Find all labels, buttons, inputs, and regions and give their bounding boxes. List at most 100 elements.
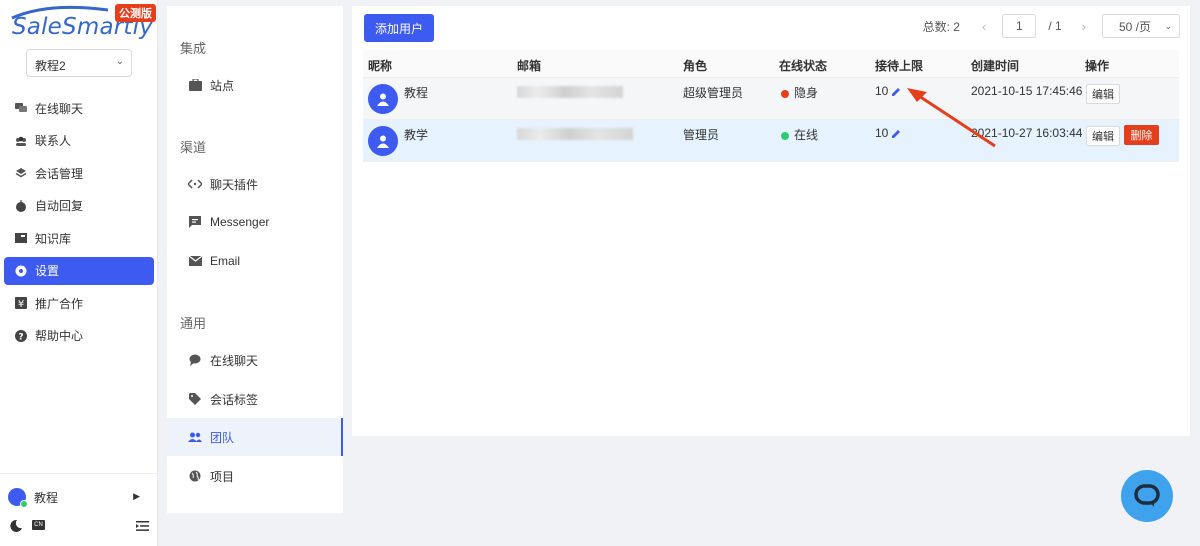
nav-item-label: 联系人 xyxy=(35,134,72,148)
pagination: 总数: 2 ‹ 1 / 1 › 50 /页 ⌄ xyxy=(923,14,1180,38)
subnav-item-label: 团队 xyxy=(210,430,235,445)
edit-button[interactable]: 编辑 xyxy=(1086,84,1120,104)
nav-item-contacts[interactable]: 联系人 xyxy=(4,127,154,155)
chat-widget-button[interactable] xyxy=(1121,470,1173,522)
nav-item-knowledge-base[interactable]: 知识库 xyxy=(4,224,154,252)
table-header: 昵称 邮箱 角色 在线状态 接待上限 创建时间 操作 xyxy=(363,50,1179,78)
globe-icon xyxy=(188,469,202,483)
beta-badge: 公测版 xyxy=(115,4,156,22)
edit-pencil-icon[interactable] xyxy=(892,87,901,96)
table-row: 教学 管理员 在线 10 2021-10-27 16:03:44 编辑 删除 xyxy=(363,120,1179,162)
collapse-menu-icon[interactable] xyxy=(136,520,149,532)
subnav-item-projects[interactable]: 项目 xyxy=(167,457,343,495)
workspace-select[interactable]: 教程2 ⌄ xyxy=(26,49,132,77)
avatar xyxy=(8,488,28,508)
table-row: 教程 超级管理员 隐身 10 2021-10-15 17:45:46 编辑 xyxy=(363,78,1179,120)
dark-mode-icon[interactable] xyxy=(10,520,22,532)
nav-item-label: 推广合作 xyxy=(35,296,84,311)
main-sidebar: SaleSmartly 公测版 教程2 ⌄ 在线聊天 联系人 会话管理 自动回复… xyxy=(0,0,158,546)
user-role: 超级管理员 xyxy=(683,86,744,100)
message-square-icon xyxy=(188,215,202,229)
col-limit: 接待上限 xyxy=(875,59,924,73)
section-title-integration: 集成 xyxy=(180,41,207,56)
limit-value: 10 xyxy=(875,126,889,140)
col-email: 邮箱 xyxy=(517,59,542,73)
prev-page-icon[interactable]: ‹ xyxy=(982,19,986,34)
total-count: 总数: 2 xyxy=(922,19,960,34)
page-size-value: 50 /页 xyxy=(1119,19,1152,34)
edit-pencil-icon[interactable] xyxy=(892,129,901,138)
user-status: 隐身 xyxy=(781,84,818,101)
user-nickname: 教学 xyxy=(404,128,429,142)
sidebar-footer: CN xyxy=(8,518,150,536)
contacts-icon xyxy=(15,135,27,147)
user-limit: 10 xyxy=(875,126,901,140)
page-input[interactable]: 1 xyxy=(1002,14,1037,38)
chat-bubbles-icon xyxy=(15,102,27,114)
subnav-item-conversation-tags[interactable]: 会话标签 xyxy=(167,380,343,418)
subnav-item-label: 聊天插件 xyxy=(210,177,259,192)
code-icon xyxy=(188,177,202,191)
subnav-item-chat-plugin[interactable]: 聊天插件 xyxy=(167,165,343,203)
subnav-item-team[interactable]: 团队 xyxy=(167,418,343,456)
edit-button[interactable]: 编辑 xyxy=(1086,126,1120,146)
help-icon: ? xyxy=(15,329,27,342)
user-status: 在线 xyxy=(781,126,818,143)
subnav-item-sites[interactable]: 站点 xyxy=(167,66,343,104)
page-count: / 1 xyxy=(1048,19,1062,33)
sidebar-divider xyxy=(0,473,158,474)
subnav-item-label: Email xyxy=(210,254,241,268)
nav-item-label: 在线聊天 xyxy=(35,101,84,116)
user-icon xyxy=(377,135,389,148)
nav-item-help-center[interactable]: ? 帮助中心 xyxy=(4,322,154,350)
online-dot xyxy=(20,500,28,508)
user-role: 管理员 xyxy=(683,128,720,142)
user-limit: 10 xyxy=(875,84,901,98)
avatar xyxy=(368,126,398,156)
nav-item-affiliate[interactable]: ¥ 推广合作 xyxy=(4,289,154,317)
col-nickname: 昵称 xyxy=(368,59,393,73)
nav-item-settings[interactable]: 设置 xyxy=(4,256,154,285)
user-menu[interactable]: 教程 ▶ xyxy=(8,487,148,508)
workspace-value: 教程2 xyxy=(35,59,66,73)
nav-item-auto-reply[interactable]: 自动回复 xyxy=(4,192,154,220)
settings-icon xyxy=(15,265,27,277)
tag-icon xyxy=(188,392,202,406)
nav-item-label: 自动回复 xyxy=(35,199,84,213)
email-redacted xyxy=(517,128,633,140)
svg-text:¥: ¥ xyxy=(18,299,24,309)
page-size-select[interactable]: 50 /页 ⌄ xyxy=(1102,14,1180,38)
subnav-item-label: 站点 xyxy=(210,78,235,93)
subnav-item-label: Messenger xyxy=(210,215,270,229)
nav-item-label: 设置 xyxy=(35,264,60,278)
subnav-item-label: 项目 xyxy=(210,469,235,484)
status-label: 隐身 xyxy=(794,86,819,100)
chevron-down-icon: ⌄ xyxy=(1164,21,1172,31)
status-label: 在线 xyxy=(794,128,819,142)
subnav-item-label: 在线聊天 xyxy=(210,353,259,368)
next-page-icon[interactable]: › xyxy=(1082,19,1086,34)
subnav-item-email[interactable]: Email xyxy=(167,242,343,280)
subnav-item-label: 会话标签 xyxy=(210,392,259,407)
nav-item-label: 帮助中心 xyxy=(35,329,84,343)
chat-icon xyxy=(188,353,202,367)
settings-subnav: 集成 站点 渠道 聊天插件 Messenger Email 通用 在线聊天 会话… xyxy=(167,6,343,513)
col-role: 角色 xyxy=(683,59,708,73)
nav-item-label: 知识库 xyxy=(35,231,72,246)
add-user-button[interactable]: 添加用户 xyxy=(364,14,434,42)
invisible-status-icon xyxy=(781,90,789,98)
language-icon[interactable]: CN xyxy=(32,520,45,530)
layers-icon xyxy=(15,167,27,179)
brand-logo[interactable]: SaleSmartly 公测版 xyxy=(8,4,156,44)
subnav-item-messenger[interactable]: Messenger xyxy=(167,203,343,241)
briefcase-icon xyxy=(188,78,202,92)
nav-item-label: 会话管理 xyxy=(35,166,84,181)
nav-item-conversations[interactable]: 会话管理 xyxy=(4,159,154,187)
user-icon xyxy=(377,93,389,106)
delete-button[interactable]: 删除 xyxy=(1124,125,1159,145)
nav-item-live-chat[interactable]: 在线聊天 xyxy=(4,94,154,122)
robot-icon xyxy=(15,199,27,212)
col-created: 创建时间 xyxy=(971,59,1020,73)
book-icon xyxy=(15,232,27,244)
subnav-item-live-chat[interactable]: 在线聊天 xyxy=(167,341,343,379)
